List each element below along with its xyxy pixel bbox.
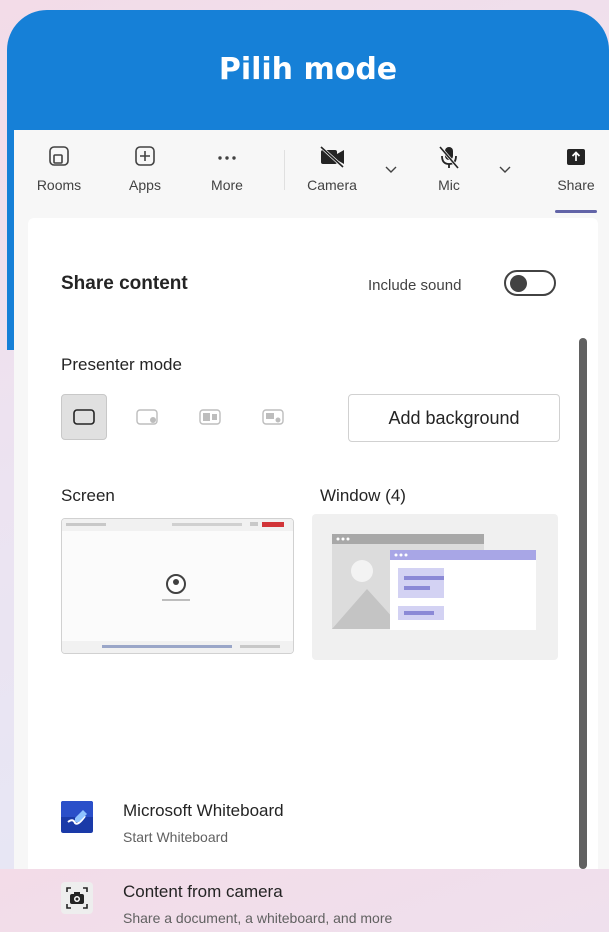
window-section-label: Window (4): [320, 486, 406, 505]
camera-label: Camera: [307, 177, 357, 193]
mic-button[interactable]: Mic: [426, 144, 472, 193]
whiteboard-item[interactable]: Microsoft Whiteboard Start Whiteboard: [61, 801, 561, 851]
presenter-mode-content-only[interactable]: [61, 394, 107, 440]
panel-title: Share content: [61, 273, 188, 294]
include-sound-label: Include sound: [368, 277, 462, 294]
more-button[interactable]: More: [204, 144, 250, 193]
camera-content-icon: [61, 882, 93, 914]
presenter-mode-side-by-side[interactable]: [187, 394, 233, 440]
toggle-knob: [510, 275, 527, 292]
teams-meeting-window: Rooms Apps More Camera Mic Share Share c…: [14, 130, 609, 926]
camera-content-subtitle: Share a document, a whiteboard, and more: [123, 910, 393, 926]
rooms-button[interactable]: Rooms: [34, 144, 84, 193]
window-share-thumbnail[interactable]: [312, 514, 558, 660]
whiteboard-subtitle: Start Whiteboard: [123, 829, 229, 845]
banner-title: Pilih mode: [218, 52, 398, 87]
whiteboard-title: Microsoft Whiteboard: [123, 801, 284, 820]
whiteboard-icon: [61, 801, 93, 833]
rooms-icon: [49, 146, 69, 166]
share-content-panel: Share content Include sound Presenter mo…: [28, 218, 598, 926]
screen-section-label: Screen: [61, 486, 115, 505]
mic-label: Mic: [438, 177, 460, 193]
standout-icon: [136, 409, 158, 425]
apps-button[interactable]: Apps: [122, 144, 168, 193]
camera-button[interactable]: Camera: [304, 144, 360, 193]
presenter-mode-reporter[interactable]: [250, 394, 296, 440]
screen-share-thumbnail[interactable]: [61, 518, 294, 654]
content-from-camera-item[interactable]: Content from camera Share a document, a …: [61, 882, 561, 932]
camera-options-chevron-icon[interactable]: [384, 164, 398, 174]
reporter-icon: [262, 409, 284, 425]
toolbar-divider: [284, 150, 285, 190]
add-background-button[interactable]: Add background: [348, 394, 560, 442]
camera-content-title: Content from camera: [123, 882, 283, 901]
presenter-mode-label: Presenter mode: [61, 355, 182, 374]
apps-label: Apps: [129, 177, 161, 193]
rooms-label: Rooms: [36, 177, 82, 193]
apps-add-icon: [135, 146, 155, 166]
share-label: Share: [557, 177, 595, 193]
share-active-indicator: [555, 210, 597, 213]
desktop-preview-image: [62, 519, 293, 653]
include-sound-toggle[interactable]: [504, 270, 556, 296]
presenter-mode-standout[interactable]: [124, 394, 170, 440]
meeting-toolbar: Rooms Apps More Camera Mic Share: [14, 130, 609, 213]
window-illustration: [332, 534, 536, 630]
camera-off-icon: [319, 145, 345, 169]
share-upload-icon: [567, 149, 585, 165]
mic-options-chevron-icon[interactable]: [498, 164, 512, 174]
share-button[interactable]: Share: [552, 144, 600, 193]
more-dots-icon: [218, 156, 236, 160]
more-label: More: [211, 177, 243, 193]
content-only-icon: [73, 409, 95, 425]
panel-scrollbar[interactable]: [579, 338, 587, 869]
side-by-side-icon: [199, 409, 221, 425]
mic-off-icon: [438, 146, 460, 169]
